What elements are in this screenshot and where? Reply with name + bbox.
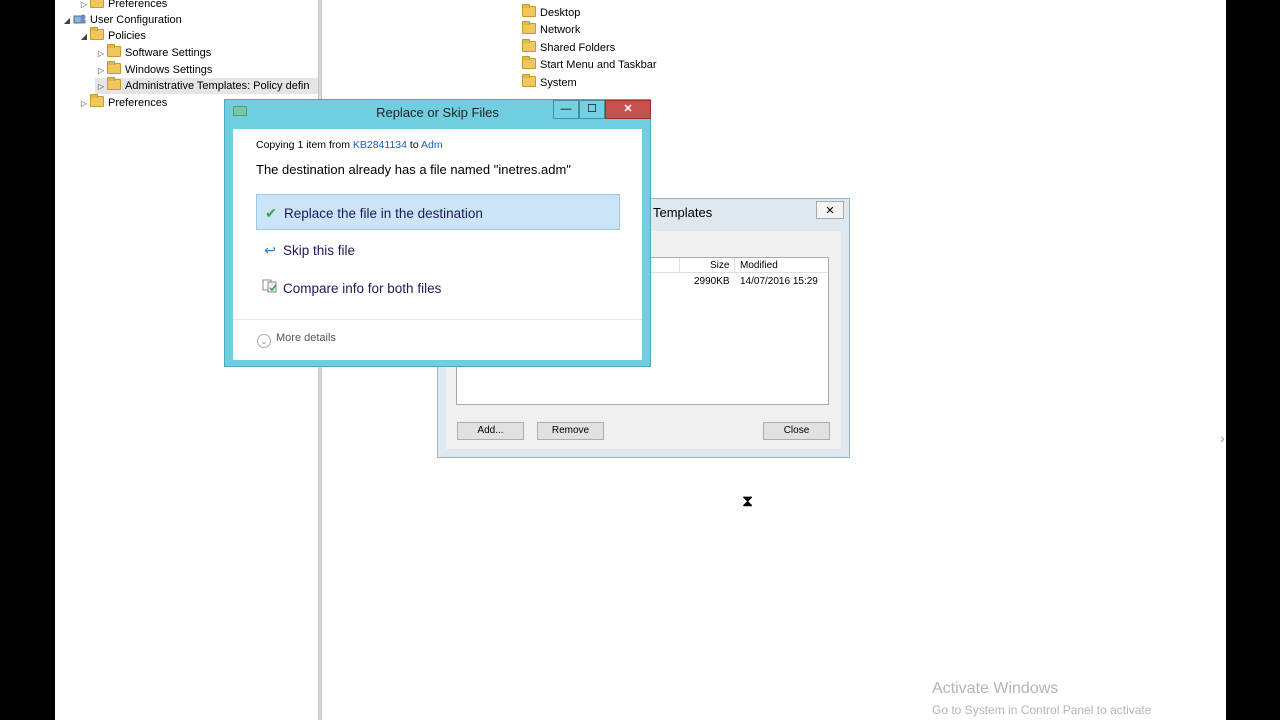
close-button[interactable]: Close [763,422,830,440]
minimize-button[interactable]: — [553,100,579,119]
chevron-down-icon: ⌄ [257,334,271,348]
tree-item-label: Preferences [108,97,168,109]
collapse-arrow-icon[interactable]: ◢ [61,13,73,29]
list-item-system[interactable]: System [522,74,577,91]
folder-icon [107,61,121,74]
copy-to-text: to [406,139,421,151]
tree-item-label: Policies [108,30,146,42]
maximize-button[interactable]: ☐ [579,100,605,119]
source-link[interactable]: KB2841134 [353,139,407,151]
folder-icon [522,56,536,69]
column-divider [679,258,680,272]
more-details-toggle[interactable]: ⌄ More details [257,332,336,348]
templates-close-button[interactable]: ✕ [816,201,844,219]
compare-files-option[interactable]: Compare info for both files [256,270,620,306]
activation-watermark-subtitle: Go to System in Control Panel to activat… [932,703,1152,717]
tree-item-label: Preferences [108,0,168,10]
templates-dialog-title: Templates [653,205,713,220]
tree-item-policies[interactable]: ◢ Policies [78,27,146,45]
left-black-bar [0,0,55,720]
user-configuration-icon [73,14,86,24]
list-item-network[interactable]: Network [522,21,581,38]
list-item-desktop[interactable]: Desktop [522,4,581,21]
dialog-body: Copying 1 item from KB2841134 to Adm The… [233,129,642,360]
compare-files-icon [260,270,280,306]
expand-arrow-icon[interactable]: ▷ [95,79,107,95]
folder-icon [90,0,104,8]
replace-or-skip-dialog: Replace or Skip Files — ☐ ✕ Copying 1 it… [224,99,651,367]
folder-icon [522,39,536,52]
tree-item-label: Software Settings [125,47,212,59]
folder-icon [522,4,536,17]
remove-button[interactable]: Remove [537,422,604,440]
tree-item-label: User Configuration [90,14,182,26]
folder-icon [522,74,536,87]
dialog-close-button[interactable]: ✕ [605,100,651,119]
destination-message: The destination already has a file named… [256,162,571,177]
folder-icon [90,94,104,107]
column-header-size[interactable]: Size [710,260,729,271]
tree-item-label: Administrative Templates: Policy defin [125,80,310,92]
tree-item-administrative-templates[interactable]: ▷ Administrative Templates: Policy defin [95,77,318,95]
tree-item-user-configuration[interactable]: ◢ User Configuration [61,12,182,28]
right-black-bar [1226,0,1280,720]
collapse-arrow-icon[interactable]: ◢ [78,29,90,45]
column-divider [734,258,735,272]
activation-watermark-title: Activate Windows [932,680,1059,697]
list-item-label: Shared Folders [540,42,616,54]
folder-icon [107,77,121,90]
list-item-label: Network [540,24,581,36]
list-item-label: System [540,77,577,89]
tree-item-preferences[interactable]: ▷ Preferences [78,94,168,112]
tree-item-preferences-top[interactable]: ▷ Preferences [78,0,167,12]
list-item-label: Start Menu and Taskbar [540,59,657,71]
cell-modified: 14/07/2016 15:29 [740,276,818,287]
list-item-shared-folders[interactable]: Shared Folders [522,39,616,56]
list-item-start-menu[interactable]: Start Menu and Taskbar [522,56,657,73]
expand-arrow-icon[interactable]: ▷ [95,46,107,62]
chevron-right-icon: › [1220,430,1225,446]
expand-arrow-icon[interactable]: ▷ [78,96,90,112]
checkmark-icon: ✔ [265,205,277,221]
folder-icon [522,21,536,34]
skip-option-label: Skip this file [283,243,356,258]
cell-size: 2990KB [694,276,730,287]
column-header-modified[interactable]: Modified [740,260,778,271]
folder-icon [107,44,121,57]
busy-cursor-icon: ⧗ [742,493,754,510]
tree-item-windows-settings[interactable]: ▷ Windows Settings [95,61,213,79]
copy-status-line: Copying 1 item from KB2841134 to Adm [256,139,443,151]
more-details-label: More details [276,332,336,344]
replace-option-label: Replace the file in the destination [284,206,483,221]
copy-prefix-text: Copying 1 item from [256,139,353,151]
folder-icon [90,27,104,40]
destination-link[interactable]: Adm [421,139,443,151]
add-button[interactable]: Add... [457,422,524,440]
skip-file-option[interactable]: ↩ Skip this file [256,232,620,268]
skip-arrow-icon: ↩ [264,242,276,258]
list-item-label: Desktop [540,7,581,19]
expand-arrow-icon[interactable]: ▷ [95,63,107,79]
replace-file-option[interactable]: ✔ Replace the file in the destination [256,194,620,230]
tree-item-software-settings[interactable]: ▷ Software Settings [95,44,212,62]
tree-item-label: Windows Settings [125,64,213,76]
dialog-separator [233,319,642,320]
compare-option-label: Compare info for both files [283,281,442,296]
